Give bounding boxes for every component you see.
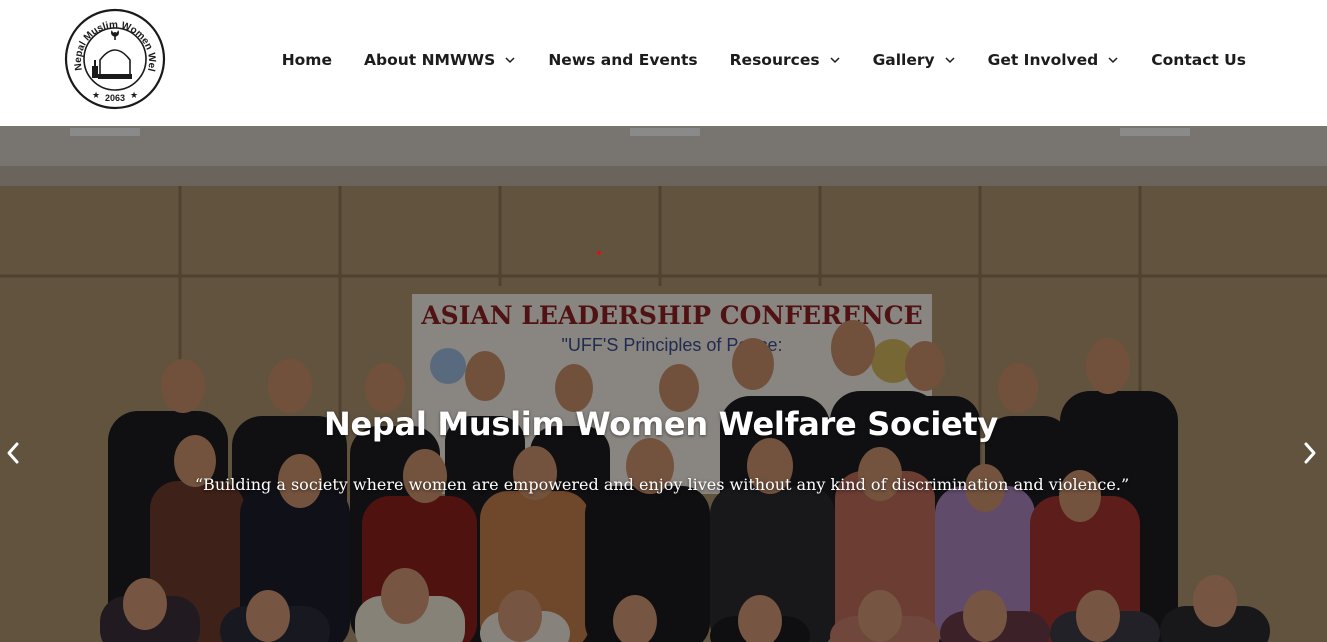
nav-item-get-involved[interactable]: Get Involved — [988, 51, 1120, 69]
hero-dark-overlay — [0, 126, 1327, 642]
site-header: Nepal Muslim Women Welfare Society 2063 … — [0, 0, 1327, 126]
hero-title: Nepal Muslim Women Welfare Society — [324, 405, 998, 443]
logo-year: 2063 — [105, 93, 125, 103]
nav-item-news-events[interactable]: News and Events — [548, 51, 697, 69]
mosque-emblem-icon: Nepal Muslim Women Welfare Society 2063 … — [64, 8, 166, 110]
hero-slider: ASIAN LEADERSHIP CONFERENCE "UFF'S Princ… — [0, 126, 1327, 642]
chevron-down-icon — [829, 54, 841, 66]
site-logo[interactable]: Nepal Muslim Women Welfare Society 2063 … — [64, 8, 166, 110]
nav-item-about[interactable]: About NMWWS — [364, 51, 516, 69]
main-nav: Home About NMWWS News and Events Resourc… — [282, 47, 1246, 73]
nav-item-resources[interactable]: Resources — [730, 51, 841, 69]
nav-label: Resources — [729, 51, 820, 69]
nav-label: Get Involved — [987, 51, 1099, 69]
slider-prev-button[interactable] — [2, 438, 24, 468]
hero-subtitle: “Building a society where women are empo… — [194, 475, 1130, 494]
nav-label: Gallery — [872, 51, 935, 69]
chevron-down-icon — [944, 54, 956, 66]
nav-label: News and Events — [548, 51, 698, 69]
nav-item-contact[interactable]: Contact Us — [1151, 51, 1246, 69]
svg-text:★: ★ — [130, 90, 138, 100]
chevron-down-icon — [1107, 54, 1119, 66]
nav-item-gallery[interactable]: Gallery — [873, 51, 956, 69]
nav-label: Contact Us — [1151, 51, 1246, 69]
slider-next-button[interactable] — [1299, 438, 1321, 468]
chevron-right-icon — [1304, 442, 1316, 464]
red-indicator-dot — [597, 251, 601, 255]
nav-label: About NMWWS — [363, 51, 496, 69]
nav-label: Home — [281, 51, 332, 69]
chevron-down-icon — [504, 54, 516, 66]
svg-text:★: ★ — [92, 90, 100, 100]
nav-item-home[interactable]: Home — [282, 51, 332, 69]
chevron-left-icon — [7, 442, 19, 464]
